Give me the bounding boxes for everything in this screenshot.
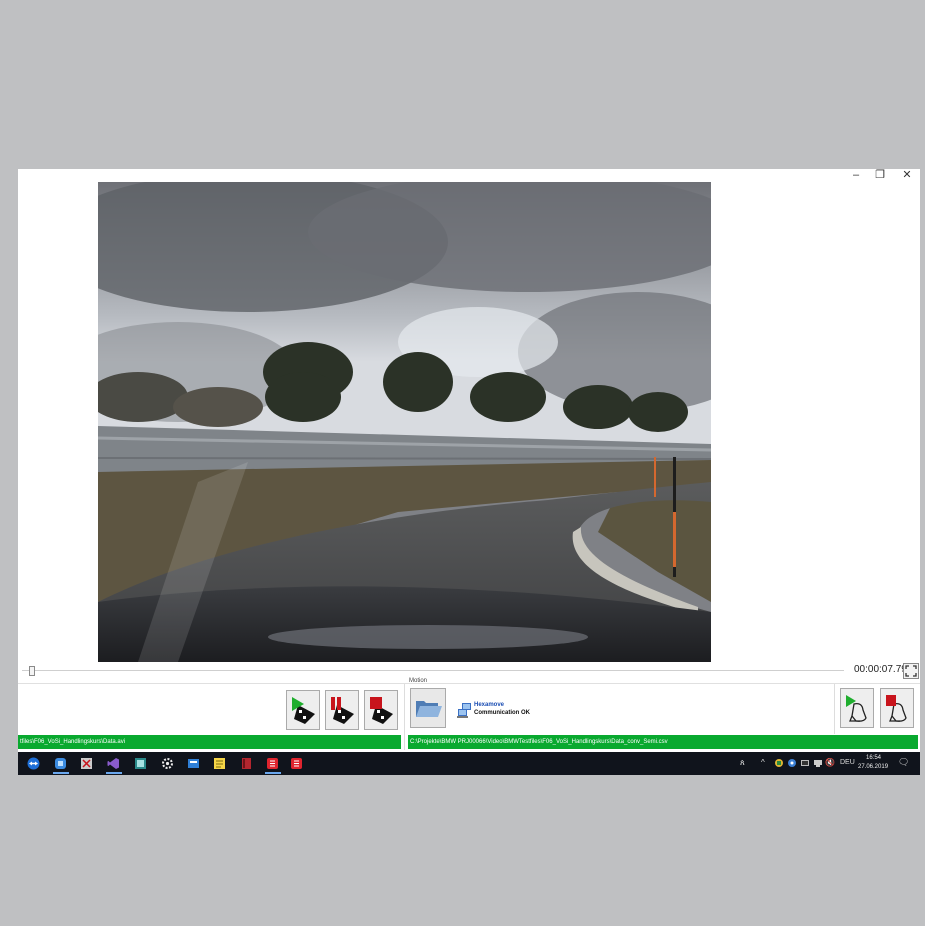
motion-path-status: C:\Projekte\BMW PRJ00066\Video\BMWTestfi… (408, 735, 918, 749)
tray-sync-icon[interactable] (787, 758, 797, 768)
sticky-notes-icon[interactable] (213, 757, 226, 770)
settings-icon[interactable] (161, 757, 174, 770)
timeline-thumb[interactable] (29, 666, 36, 676)
pause-button[interactable] (325, 690, 359, 730)
active-indicator (106, 772, 122, 774)
language-indicator[interactable]: DEU (840, 759, 855, 766)
notification-icon[interactable]: 🗨 (898, 757, 909, 768)
video-path-status: tfiles\F06_VoSi_Handlingskurs\Data.avi (18, 735, 401, 749)
motion-group-label: Motion (409, 678, 428, 684)
video-frame (98, 182, 711, 662)
snipping-icon[interactable] (80, 757, 93, 770)
people-icon[interactable]: ጰ (740, 758, 745, 768)
tray-chevron-icon[interactable]: ^ (761, 758, 765, 767)
folder-open-icon (416, 701, 442, 717)
seat-play-icon (846, 695, 867, 722)
photos-icon[interactable] (134, 757, 147, 770)
play-film-icon (292, 697, 315, 724)
app-window: – ❐ ✕ 00:00:07.796 Motion Hexamove Commu… (18, 169, 920, 752)
device-name: Hexamove (474, 702, 505, 708)
red-app-icon[interactable] (266, 757, 279, 770)
minimize-button[interactable]: – (845, 169, 867, 183)
divider (404, 684, 405, 750)
seat-stop-button[interactable] (880, 688, 914, 728)
seat-start-button[interactable] (840, 688, 874, 728)
tray-device-icon[interactable] (800, 758, 810, 768)
close-button[interactable]: ✕ (896, 169, 918, 183)
device-status: Communication OK (474, 710, 531, 716)
clock-time[interactable]: 16:54 (866, 755, 881, 761)
book-icon[interactable] (240, 757, 253, 770)
network-icon[interactable] (813, 758, 823, 768)
taskbar: ጰ ^ 🔇 DEU 16:54 27.06.2019 🗨 (18, 752, 920, 775)
active-indicator (265, 772, 281, 774)
restore-button[interactable]: ❐ (869, 169, 891, 183)
app-icon[interactable] (187, 757, 200, 770)
timeline-slider[interactable] (18, 666, 844, 676)
teamviewer-icon[interactable] (27, 757, 40, 770)
play-button[interactable] (286, 690, 320, 730)
open-motion-file-button[interactable] (410, 688, 446, 728)
active-indicator (53, 772, 69, 774)
network-computers-icon (457, 703, 471, 718)
timeline-track (22, 670, 844, 671)
browser-icon[interactable] (54, 757, 67, 770)
divider (834, 684, 835, 734)
fullscreen-button[interactable] (903, 663, 919, 679)
seat-stop-icon (886, 695, 907, 722)
tray-security-icon[interactable] (774, 758, 784, 768)
divider (18, 683, 920, 684)
pause-film-icon (331, 697, 354, 724)
red-app-icon-2[interactable] (290, 757, 303, 770)
fullscreen-icon (905, 665, 917, 677)
clock-date[interactable]: 27.06.2019 (858, 764, 888, 770)
visual-studio-icon[interactable] (107, 757, 120, 770)
stop-film-icon (370, 697, 393, 724)
stop-button[interactable] (364, 690, 398, 730)
volume-muted-icon[interactable]: 🔇 (825, 758, 835, 767)
video-scene (98, 182, 711, 662)
